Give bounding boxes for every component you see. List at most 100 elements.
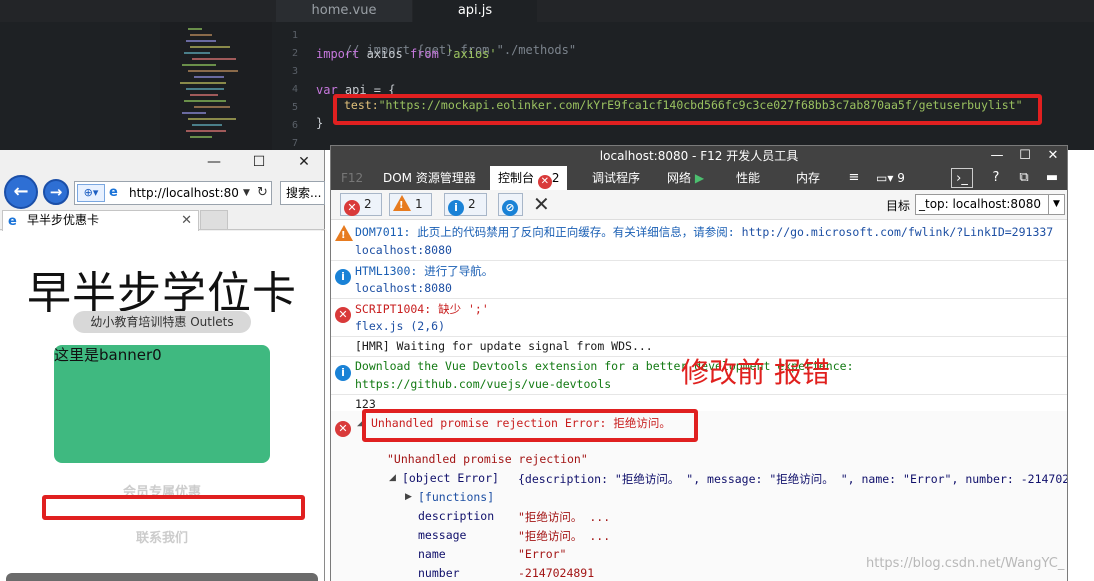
tab-dom-explorer[interactable]: DOM 资源管理器 (383, 166, 476, 190)
line-number: 1 (291, 30, 298, 41)
object-label: [object Error] (402, 471, 499, 485)
prop-key: description (418, 509, 495, 523)
filter-warnings-button[interactable]: ! 1 (389, 193, 432, 216)
target-select-value: _top: localhost:8080 (919, 197, 1041, 211)
error-icon: ✕ (335, 300, 355, 323)
prop-value: -2147024891 (518, 566, 595, 580)
message-text: HTML1300: 进行了导航。 (355, 264, 494, 278)
functions-node[interactable]: [functions] (418, 490, 494, 504)
filter-errors-button[interactable]: ✕ 2 (340, 193, 382, 216)
maximize-button[interactable]: ☐ (1013, 146, 1037, 166)
expand-arrow-icon[interactable]: ◢ (389, 473, 396, 483)
object-summary: {description: "拒绝访问。 ", message: "拒绝访问。 … (518, 472, 1067, 486)
expand-arrow-icon[interactable]: ▶ (405, 492, 412, 502)
banner-text: 这里是banner0 (54, 346, 162, 364)
back-button[interactable]: ← (4, 175, 38, 209)
tab-debugger[interactable]: 调试程序 (592, 166, 640, 190)
browser-tab[interactable]: e 早半步优惠卡 ✕ (2, 210, 199, 231)
prop-key: message (418, 528, 467, 542)
prop-value: "拒绝访问。 ... (518, 529, 611, 543)
maximize-button[interactable]: ☐ (239, 150, 279, 174)
error-icon: ✕ (335, 414, 355, 437)
message-text: [HMR] Waiting for update signal from WDS… (355, 339, 653, 353)
info-count: 2 (468, 197, 476, 211)
tab-emulation[interactable]: ▭▾ 9 (876, 166, 905, 190)
bottom-bar (6, 573, 318, 581)
compat-shield-icon[interactable]: ⊕▾ (77, 184, 105, 202)
code-line-2[interactable]: import axios from 'axios' (316, 47, 497, 61)
annotation-label: 修改前 报错 (681, 356, 830, 389)
devtools-tab-bar: F12 DOM 资源管理器 控制台 ✕ 2 调试程序 网络 ▶ 性能 内存 ≡ ▭… (331, 166, 1067, 190)
close-button[interactable]: ✕ (1041, 146, 1065, 166)
minimize-button[interactable]: — (985, 146, 1009, 166)
ie-logo-icon: e (109, 185, 118, 200)
new-tab-button[interactable] (200, 210, 228, 230)
play-icon: ▶ (694, 171, 705, 185)
message-text: DOM7011: 此页上的代码禁用了反向和正向缓存。有关详细信息，请参阅: (355, 225, 742, 239)
message-source[interactable]: localhost:8080 (355, 243, 452, 257)
subtitle-badge: 幼小教育培训特惠 Outlets (73, 311, 251, 333)
clear-on-navigate-button[interactable]: ⊘ (498, 193, 523, 216)
chevron-down-icon[interactable]: ▼ (243, 182, 250, 204)
error-string: "Unhandled promise rejection" (387, 452, 588, 466)
tab-memory[interactable]: 内存 (796, 166, 820, 190)
ie-logo-icon: e (8, 214, 17, 229)
tab-home-vue[interactable]: home.vue (276, 0, 412, 22)
console-message[interactable]: DOM7011: 此页上的代码禁用了反向和正向缓存。有关详细信息，请参阅: ht… (355, 224, 1053, 240)
code-minimap[interactable] (160, 22, 272, 150)
address-text[interactable]: http://localhost:80 (129, 182, 239, 204)
target-select[interactable]: _top: localhost:8080 ▼ (915, 194, 1065, 215)
highlight-box-empty-area (42, 495, 305, 520)
watermark: https://blog.csdn.net/WangYC_ (866, 556, 1065, 571)
clear-console-icon[interactable]: ✕ (533, 192, 550, 216)
prop-key: name (418, 547, 446, 561)
info-icon: i (335, 262, 355, 285)
banner[interactable]: 这里是banner0 (54, 345, 270, 463)
help-icon[interactable]: ? (985, 168, 1007, 188)
tab-network[interactable]: 网络 ▶ (667, 166, 704, 190)
tab-network-label: 网络 (667, 171, 692, 185)
prop-value: "拒绝访问。 ... (518, 510, 611, 524)
string: 'axios' (438, 47, 497, 61)
message-link[interactable]: https://github.com/vuejs/vue-devtools (355, 377, 611, 391)
tab-f12[interactable]: F12 (341, 166, 363, 190)
line-number: 5 (291, 102, 298, 113)
console-output[interactable]: ! DOM7011: 此页上的代码禁用了反向和正向缓存。有关详细信息，请参阅: … (331, 221, 1067, 581)
search-input[interactable]: 搜索... (280, 181, 325, 205)
error-icon: ✕ (537, 175, 552, 189)
close-button[interactable]: ✕ (284, 150, 324, 174)
address-bar[interactable]: ⊕▾ e http://localhost:80 ▼ ↻ (74, 181, 272, 205)
dock-icon[interactable]: ▬ (1041, 168, 1063, 188)
devtools-titlebar: localhost:8080 - F12 开发人员工具 — ☐ ✕ (331, 146, 1067, 166)
tab-performance[interactable]: 性能 (736, 166, 760, 190)
message-source[interactable]: flex.js (2,6) (355, 319, 445, 333)
info-icon: i (448, 200, 464, 216)
error-count: 2 (364, 197, 372, 211)
filter-info-button[interactable]: i2 (444, 193, 487, 216)
page-viewport: 早半步学位卡 幼小教育培训特惠 Outlets 这里是banner0 会员专属优… (0, 231, 324, 581)
console-toggle-icon[interactable]: ›_ (951, 168, 973, 188)
undock-icon[interactable]: ⧉ (1013, 168, 1035, 188)
more-tabs-icon[interactable]: ≡ (843, 168, 865, 188)
code-editor: home.vue api.js 1 2 3 4 5 6 7 // import … (0, 0, 1094, 150)
warning-icon: ! (335, 223, 357, 242)
tab-api-js[interactable]: api.js (413, 0, 537, 22)
line-number-gutter: 1 2 3 4 5 6 7 (276, 22, 306, 150)
devtools-window: localhost:8080 - F12 开发人员工具 — ☐ ✕ F12 DO… (330, 145, 1068, 581)
tab-close-icon[interactable]: ✕ (181, 211, 192, 230)
message-link[interactable]: http://go.microsoft.com/fwlink/?LinkID=2… (742, 225, 1054, 239)
message-text: SCRIPT1004: 缺少 ';' (355, 302, 489, 316)
refresh-icon[interactable]: ↻ (257, 182, 268, 204)
tab-console[interactable]: 控制台 ✕ 2 (490, 166, 568, 190)
forward-button[interactable]: → (43, 179, 69, 205)
line-number: 4 (291, 84, 298, 95)
console-error-count: 2 (551, 171, 560, 185)
message-source[interactable]: localhost:8080 (355, 281, 452, 295)
code-line-6[interactable]: } (316, 116, 323, 130)
brace: } (316, 116, 324, 130)
line-number: 7 (291, 138, 298, 149)
minimize-button[interactable]: — (194, 150, 234, 174)
highlight-box-url (333, 94, 1042, 125)
keyword: from (409, 47, 439, 61)
highlight-box-error (362, 409, 698, 442)
